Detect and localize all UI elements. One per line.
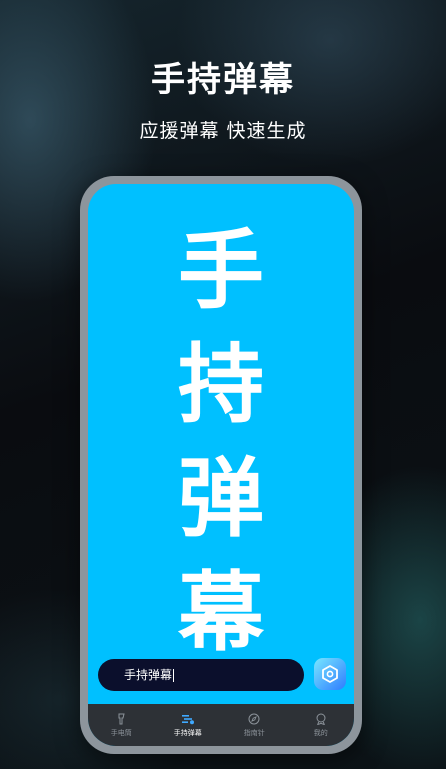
promo-headline: 手持弹幕 — [151, 60, 295, 100]
danmu-char: 弹 — [178, 449, 264, 549]
promo-subline: 应援弹幕 快速生成 — [139, 120, 307, 142]
tab-flashlight[interactable]: 手电筒 — [88, 704, 155, 746]
flashlight-icon — [118, 713, 125, 724]
tab-label: 指南针 — [243, 728, 265, 737]
profile-icon — [316, 713, 326, 725]
danmu-icon — [181, 714, 194, 724]
input-value: 手持弹幕 — [124, 668, 173, 682]
danmu-char: 幕 — [178, 563, 264, 663]
compass-icon — [248, 713, 260, 724]
input-row: 手持弹幕 — [98, 658, 346, 692]
tab-label: 我的 — [313, 728, 328, 737]
phone-frame: 手 持 弹 幕 手持弹幕 手电筒 手持弹幕 指南针 我的 — [80, 176, 362, 754]
settings-button[interactable] — [314, 658, 346, 690]
danmu-char: 持 — [178, 335, 264, 435]
tab-label: 手持弹幕 — [173, 728, 202, 737]
tab-profile[interactable]: 我的 — [288, 704, 355, 746]
danmu-display[interactable]: 手 持 弹 幕 — [88, 214, 354, 670]
tab-danmu[interactable]: 手持弹幕 — [155, 704, 222, 746]
bottom-tab-bar: 手电筒 手持弹幕 指南针 我的 — [88, 704, 354, 746]
tab-compass[interactable]: 指南针 — [221, 704, 288, 746]
text-caret — [173, 669, 175, 682]
phone-screen: 手 持 弹 幕 手持弹幕 手电筒 手持弹幕 指南针 我的 — [88, 184, 354, 746]
danmu-text-input[interactable]: 手持弹幕 — [98, 659, 304, 691]
danmu-char: 手 — [178, 221, 264, 321]
settings-hexagon-icon — [322, 665, 338, 683]
tab-label: 手电筒 — [110, 728, 132, 737]
